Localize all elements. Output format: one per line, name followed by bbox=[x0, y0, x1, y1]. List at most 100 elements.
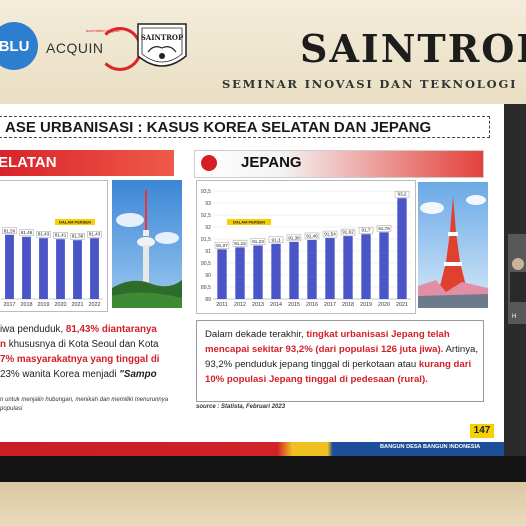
korea-chart-bar bbox=[90, 238, 99, 299]
korea-chart-bar bbox=[73, 240, 82, 299]
acquin-small-text: accredited program bbox=[86, 28, 121, 33]
japan-chart-y-tick: 93,5 bbox=[201, 189, 211, 195]
korea-text-2: khususnya di Kota Seoul dan Kota bbox=[5, 339, 159, 350]
japan-description: Dalam dekade terakhir, tingkat urbanisas… bbox=[205, 327, 481, 387]
japan-chart-bar bbox=[235, 247, 245, 299]
korea-chart-x-tick: 2019 bbox=[38, 302, 50, 308]
korea-chart-x-tick: 2020 bbox=[55, 302, 67, 308]
japan-chart-x-tick: 2012 bbox=[234, 302, 246, 308]
participant-video-tile[interactable] bbox=[508, 234, 526, 324]
japan-chart-y-tick: 90 bbox=[205, 273, 211, 279]
footer-background bbox=[0, 482, 526, 526]
japan-chart-x-tick: 2018 bbox=[342, 302, 354, 308]
korea-text-1-highlight: 81,43% diantaranya bbox=[65, 324, 157, 335]
korea-text-4-italic: "Sampo bbox=[119, 369, 157, 380]
japan-chart-x-tick: 2016 bbox=[306, 302, 318, 308]
svg-text:SAINTROP: SAINTROP bbox=[141, 33, 184, 42]
blu-logo-text: BLU bbox=[0, 37, 30, 55]
japan-chart-bar bbox=[289, 241, 299, 299]
japan-chart-y-tick: 91 bbox=[205, 249, 211, 255]
korea-footnote: n untuk menjalin hubungan, menikah dan m… bbox=[0, 397, 169, 412]
japan-chart-x-tick: 2021 bbox=[396, 302, 408, 308]
japan-chart-data-label: 91,3 bbox=[272, 237, 281, 242]
japan-chart-y-tick: 92,5 bbox=[201, 213, 211, 219]
source-note: source : Statista, Februari 2023 bbox=[196, 404, 286, 410]
korea-header-label: ELATAN bbox=[0, 154, 57, 171]
korea-chart-bar bbox=[56, 239, 65, 299]
korea-chart-data-label: 81,50 bbox=[4, 228, 16, 233]
korea-chart-bar bbox=[39, 238, 48, 299]
acquin-logo: accredited program ACQUIN bbox=[46, 27, 142, 71]
korea-text-3-highlight: 7% masyarakatnya yang tinggal di bbox=[0, 354, 160, 365]
japan-chart-y-tick: 89 bbox=[205, 297, 211, 303]
meeting-black-bar bbox=[0, 456, 526, 482]
japan-flag-icon bbox=[201, 155, 217, 171]
slide-footer-text: BANGUN DESA BANGUN INDONESIA bbox=[380, 444, 481, 450]
slide-title-box: ASE URBANISASI : KASUS KOREA SELATAN DAN… bbox=[0, 116, 490, 138]
korea-text-1: iwa penduduk, bbox=[0, 324, 66, 335]
korea-header-band: ELATAN bbox=[0, 150, 174, 176]
japan-header-label: JEPANG bbox=[241, 154, 302, 171]
event-title: SAINTROP bbox=[300, 26, 526, 71]
japan-chart-data-label: 91,78 bbox=[378, 226, 390, 231]
japan-chart-bar bbox=[217, 249, 227, 299]
japan-chart-legend-badge-text: DALAM PERSEN bbox=[233, 220, 265, 225]
japan-chart-data-label: 91,15 bbox=[234, 241, 246, 246]
japan-chart-data-label: 91,46 bbox=[306, 233, 318, 238]
japan-urbanization-chart: 89 89,5 90 90,5 91 91,5 92 92,5 93 93,5 91,07 2011 9… bbox=[196, 180, 416, 314]
tokyo-tower-photo bbox=[418, 182, 488, 308]
korea-chart-data-label: 81,43 bbox=[38, 232, 50, 237]
japan-chart-x-tick: 2014 bbox=[270, 302, 282, 308]
event-subtitle: SEMINAR INOVASI DAN TEKNOLOGI bbox=[222, 77, 518, 91]
korea-chart-data-label: 81,43 bbox=[89, 232, 101, 237]
japan-description-box: Dalam dekade terakhir, tingkat urbanisas… bbox=[196, 320, 484, 402]
japan-chart-x-tick: 2020 bbox=[378, 302, 390, 308]
japan-chart-x-tick: 2015 bbox=[288, 302, 300, 308]
korea-chart-legend-badge-text: DALAM PERSEN bbox=[59, 220, 91, 225]
page-number: 147 bbox=[470, 424, 494, 438]
japan-chart-bar bbox=[343, 236, 353, 299]
japan-text-1: Dalam dekade terakhir, bbox=[205, 329, 307, 340]
korea-chart-data-label: 81,39 bbox=[72, 234, 84, 239]
japan-chart-data-label: 91,62 bbox=[342, 230, 354, 235]
japan-chart-data-label: 91,54 bbox=[324, 232, 336, 237]
korea-chart-x-tick: 2022 bbox=[89, 302, 101, 308]
korea-urbanization-chart: 81,50 2017 81,46 2018 81,43 2019 81,41 2020 81,3… bbox=[0, 180, 108, 312]
japan-header-band: JEPANG bbox=[194, 150, 484, 178]
japan-chart-bar bbox=[361, 234, 371, 299]
japan-chart-data-label: 91,07 bbox=[216, 243, 228, 248]
japan-chart-y-tick: 90,5 bbox=[201, 261, 211, 267]
japan-chart-bar bbox=[325, 238, 335, 299]
japan-chart-data-label: 91,38 bbox=[288, 235, 300, 240]
japan-chart-bar bbox=[379, 232, 389, 299]
korea-chart-data-label: 81,41 bbox=[55, 233, 67, 238]
japan-chart-bar bbox=[253, 245, 263, 299]
japan-chart-x-tick: 2013 bbox=[252, 302, 264, 308]
japan-chart-x-tick: 2019 bbox=[360, 302, 372, 308]
participant-name-label: H bbox=[512, 314, 517, 320]
japan-chart-y-tick: 91,5 bbox=[201, 237, 211, 243]
acquin-text: ACQUIN bbox=[46, 40, 104, 56]
japan-chart-x-tick: 2017 bbox=[324, 302, 336, 308]
seoul-tower-photo bbox=[112, 180, 182, 308]
japan-chart-bar bbox=[397, 198, 407, 299]
korea-chart-x-tick: 2021 bbox=[72, 302, 84, 308]
korea-chart-data-label: 81,46 bbox=[21, 230, 33, 235]
japan-chart-y-tick: 92 bbox=[205, 225, 211, 231]
korea-chart-bar bbox=[5, 234, 14, 299]
presentation-slide: ASE URBANISASI : KASUS KOREA SELATAN DAN… bbox=[0, 104, 504, 456]
japan-chart-data-label: 91,7 bbox=[362, 228, 371, 233]
japan-chart-x-tick: 2011 bbox=[216, 302, 228, 308]
korea-chart-x-tick: 2017 bbox=[4, 302, 16, 308]
saintrop-seal-logo: SAINTROP bbox=[134, 18, 190, 76]
japan-chart-svg: 89 89,5 90 90,5 91 91,5 92 92,5 93 93,5 91,07 2011 9… bbox=[201, 189, 411, 308]
korea-chart-svg: 81,50 2017 81,46 2018 81,43 2019 81,41 2020 81,3… bbox=[1, 219, 103, 308]
japan-chart-data-label: 93,2 bbox=[398, 192, 407, 197]
korea-chart-bar bbox=[22, 236, 31, 299]
korea-description: iwa penduduk, 81,43% diantaranya n khusu… bbox=[0, 322, 180, 382]
korea-chart-x-tick: 2018 bbox=[21, 302, 33, 308]
slide-title: ASE URBANISASI : KASUS KOREA SELATAN DAN… bbox=[5, 119, 432, 136]
japan-chart-y-tick: 89,5 bbox=[201, 285, 211, 291]
japan-chart-y-tick: 93 bbox=[205, 201, 211, 207]
japan-chart-bar bbox=[307, 239, 317, 299]
